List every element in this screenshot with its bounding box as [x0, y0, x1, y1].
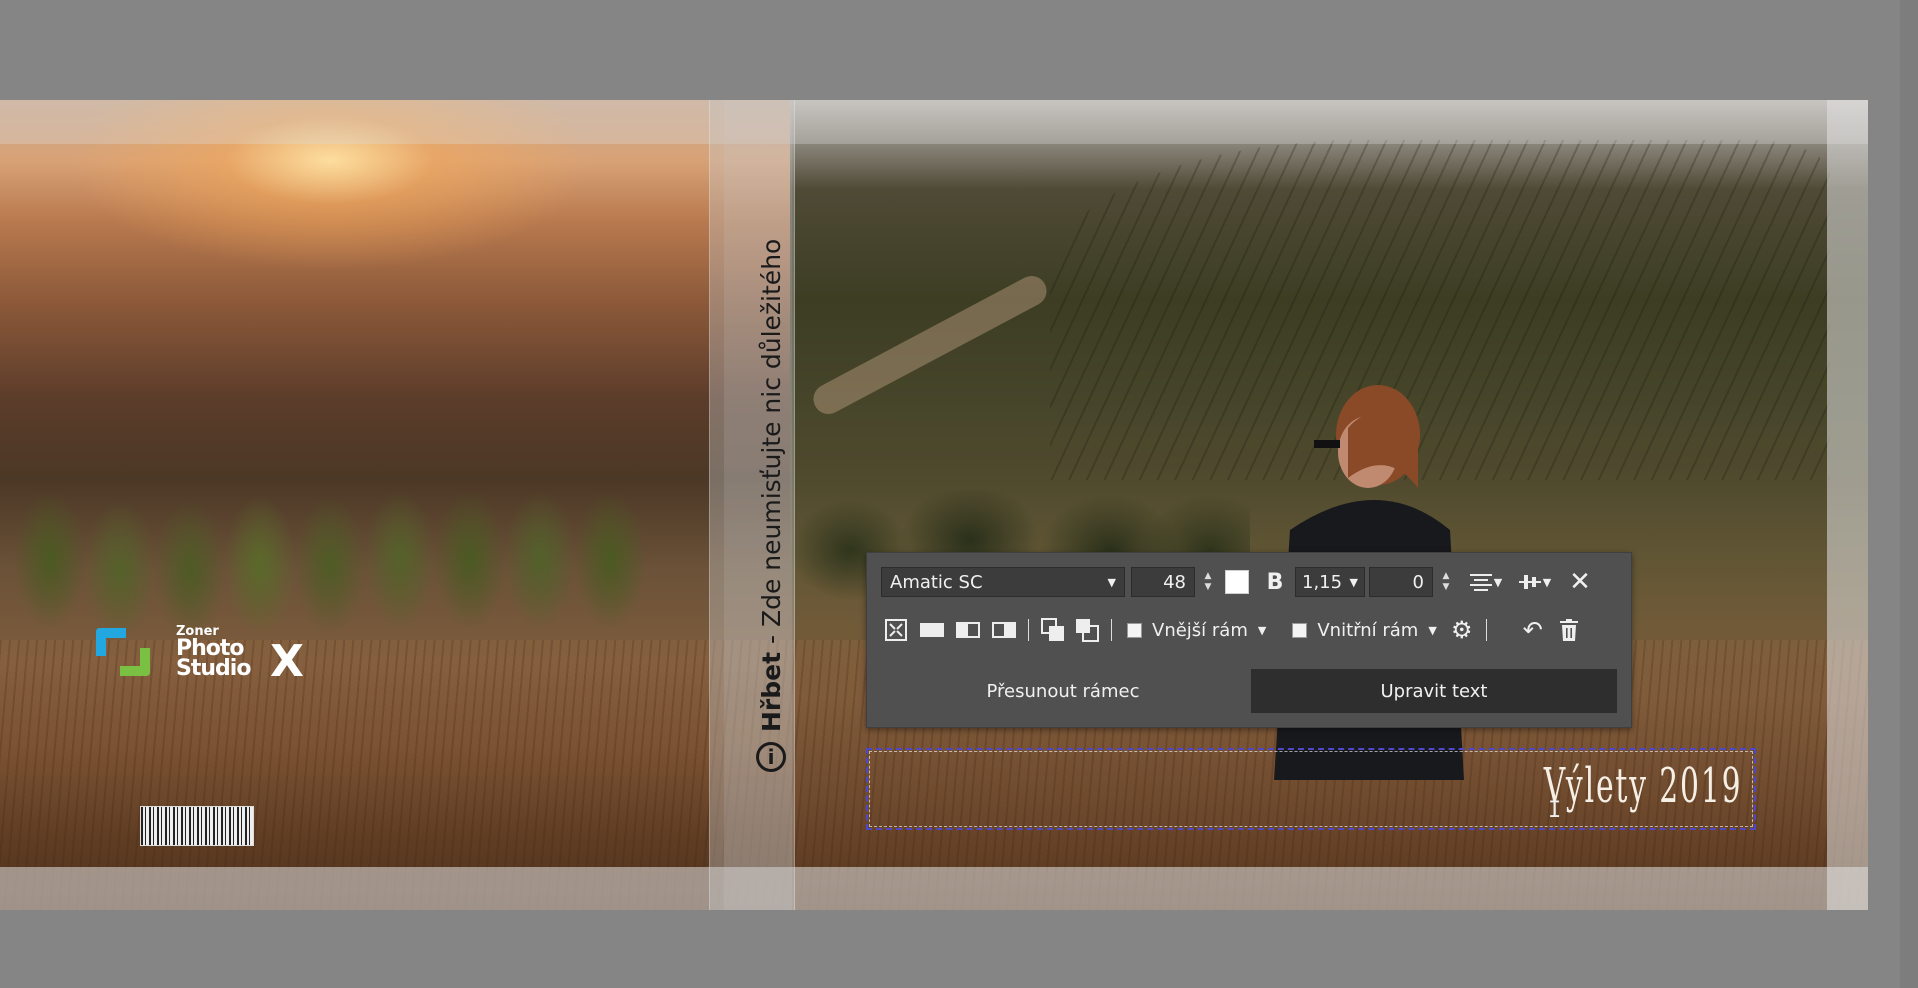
font-family-value: Amatic SC [890, 571, 983, 593]
inner-frame-checkbox[interactable] [1292, 622, 1308, 638]
text-frame-toolbar: Amatic SC ▼ 48 ▲▼ B 1,15 ▼ 0 ▲▼ ▼ ▼ ✕ [866, 552, 1632, 728]
spine-title-rest: - Zde neumisťujte nic důležitého [756, 238, 786, 652]
logo-studio: Studio [176, 656, 251, 681]
toolbar-row-text: Amatic SC ▼ 48 ▲ ▼ B 1,15 ▼ 0 ▲ ▼ ▼ ▼ ✕ [881, 565, 1595, 599]
close-button[interactable]: ✕ [1565, 567, 1595, 597]
settings-button[interactable]: ⚙ [1447, 615, 1477, 645]
zoner-logo-mark [96, 628, 150, 676]
trash-icon [1559, 619, 1578, 641]
spine-label: i Hřbet - Zde neumisťujte nic důležitého [751, 212, 791, 772]
bring-to-front-button[interactable] [1038, 615, 1068, 645]
chevron-down-icon: ▼ [1542, 575, 1552, 589]
text-cursor-icon: I [1548, 798, 1562, 823]
fit-frame-button[interactable] [881, 615, 911, 645]
letter-spacing-value: 0 [1412, 571, 1424, 593]
close-icon: ✕ [1569, 567, 1591, 597]
bring-to-front-icon [1041, 618, 1064, 641]
font-size-input[interactable]: 48 [1131, 567, 1195, 597]
text-frame-selected[interactable]: Výlety 2019 [866, 748, 1756, 830]
line-height-select[interactable]: 1,15 ▼ [1295, 567, 1365, 597]
separator [1028, 619, 1029, 641]
delete-button[interactable] [1554, 615, 1584, 645]
vertical-align-button[interactable]: ▼ [1515, 567, 1555, 597]
chevron-down-icon[interactable]: ▼ [1428, 624, 1436, 637]
barcode [140, 806, 254, 846]
fill-frame-button[interactable] [917, 615, 947, 645]
font-size-stepper[interactable]: ▲ ▼ [1199, 567, 1217, 597]
send-to-back-button[interactable] [1072, 615, 1102, 645]
image-right-button[interactable] [989, 615, 1019, 645]
zoner-logo: Zoner Photo Studio X [92, 624, 322, 687]
bold-button[interactable]: B [1261, 570, 1289, 595]
align-center-icon [1469, 574, 1492, 591]
font-size-value: 48 [1163, 571, 1186, 593]
font-family-select[interactable]: Amatic SC ▼ [881, 567, 1125, 597]
fit-frame-icon [885, 619, 907, 641]
chevron-down-icon: ▼ [1493, 575, 1503, 589]
outer-frame-checkbox[interactable] [1127, 622, 1142, 638]
send-to-back-icon [1076, 619, 1099, 642]
workspace-edge [1900, 0, 1918, 988]
image-left-button[interactable] [953, 615, 983, 645]
line-height-value: 1,15 [1302, 571, 1343, 593]
chevron-down-icon: ▼ [1349, 575, 1358, 589]
image-right-icon [992, 622, 1016, 638]
bleed-area-top [0, 100, 1868, 144]
separator [1485, 619, 1487, 641]
chevron-down-icon[interactable]: ▼ [1258, 624, 1266, 637]
inner-frame-toggle[interactable]: Vnitřní rám ▼ [1292, 619, 1437, 641]
undo-button[interactable]: ↶ [1518, 615, 1548, 645]
fill-frame-icon [920, 623, 944, 637]
text-color-swatch[interactable] [1225, 570, 1249, 594]
gear-icon: ⚙ [1451, 616, 1473, 644]
inner-frame-label: Vnitřní rám [1317, 619, 1419, 641]
edit-text-button[interactable]: Upravit text [1251, 669, 1617, 713]
vertical-align-icon [1518, 575, 1541, 589]
letter-spacing-input[interactable]: 0 [1369, 567, 1433, 597]
outer-frame-label: Vnější rám [1152, 619, 1248, 641]
spine-title-bold: Hřbet [756, 651, 786, 732]
bleed-area-right [1827, 100, 1868, 910]
outer-frame-toggle[interactable]: Vnější rám ▼ [1127, 620, 1266, 641]
chevron-down-icon: ▼ [1107, 575, 1116, 589]
align-center-button[interactable]: ▼ [1467, 567, 1505, 597]
image-left-icon [956, 622, 980, 638]
undo-icon: ↶ [1522, 616, 1543, 644]
info-icon: i [756, 742, 786, 772]
frame-text-content[interactable]: Výlety 2019 [1543, 758, 1742, 814]
move-frame-button[interactable]: Přesunout rámec [881, 669, 1245, 713]
separator [1111, 619, 1112, 641]
toolbar-row-frame: Vnější rám ▼ Vnitřní rám ▼ ⚙ ↶ [881, 613, 1584, 647]
bleed-area-bottom [0, 867, 1868, 910]
logo-x: X [270, 636, 304, 687]
letter-spacing-stepper[interactable]: ▲ ▼ [1437, 567, 1455, 597]
